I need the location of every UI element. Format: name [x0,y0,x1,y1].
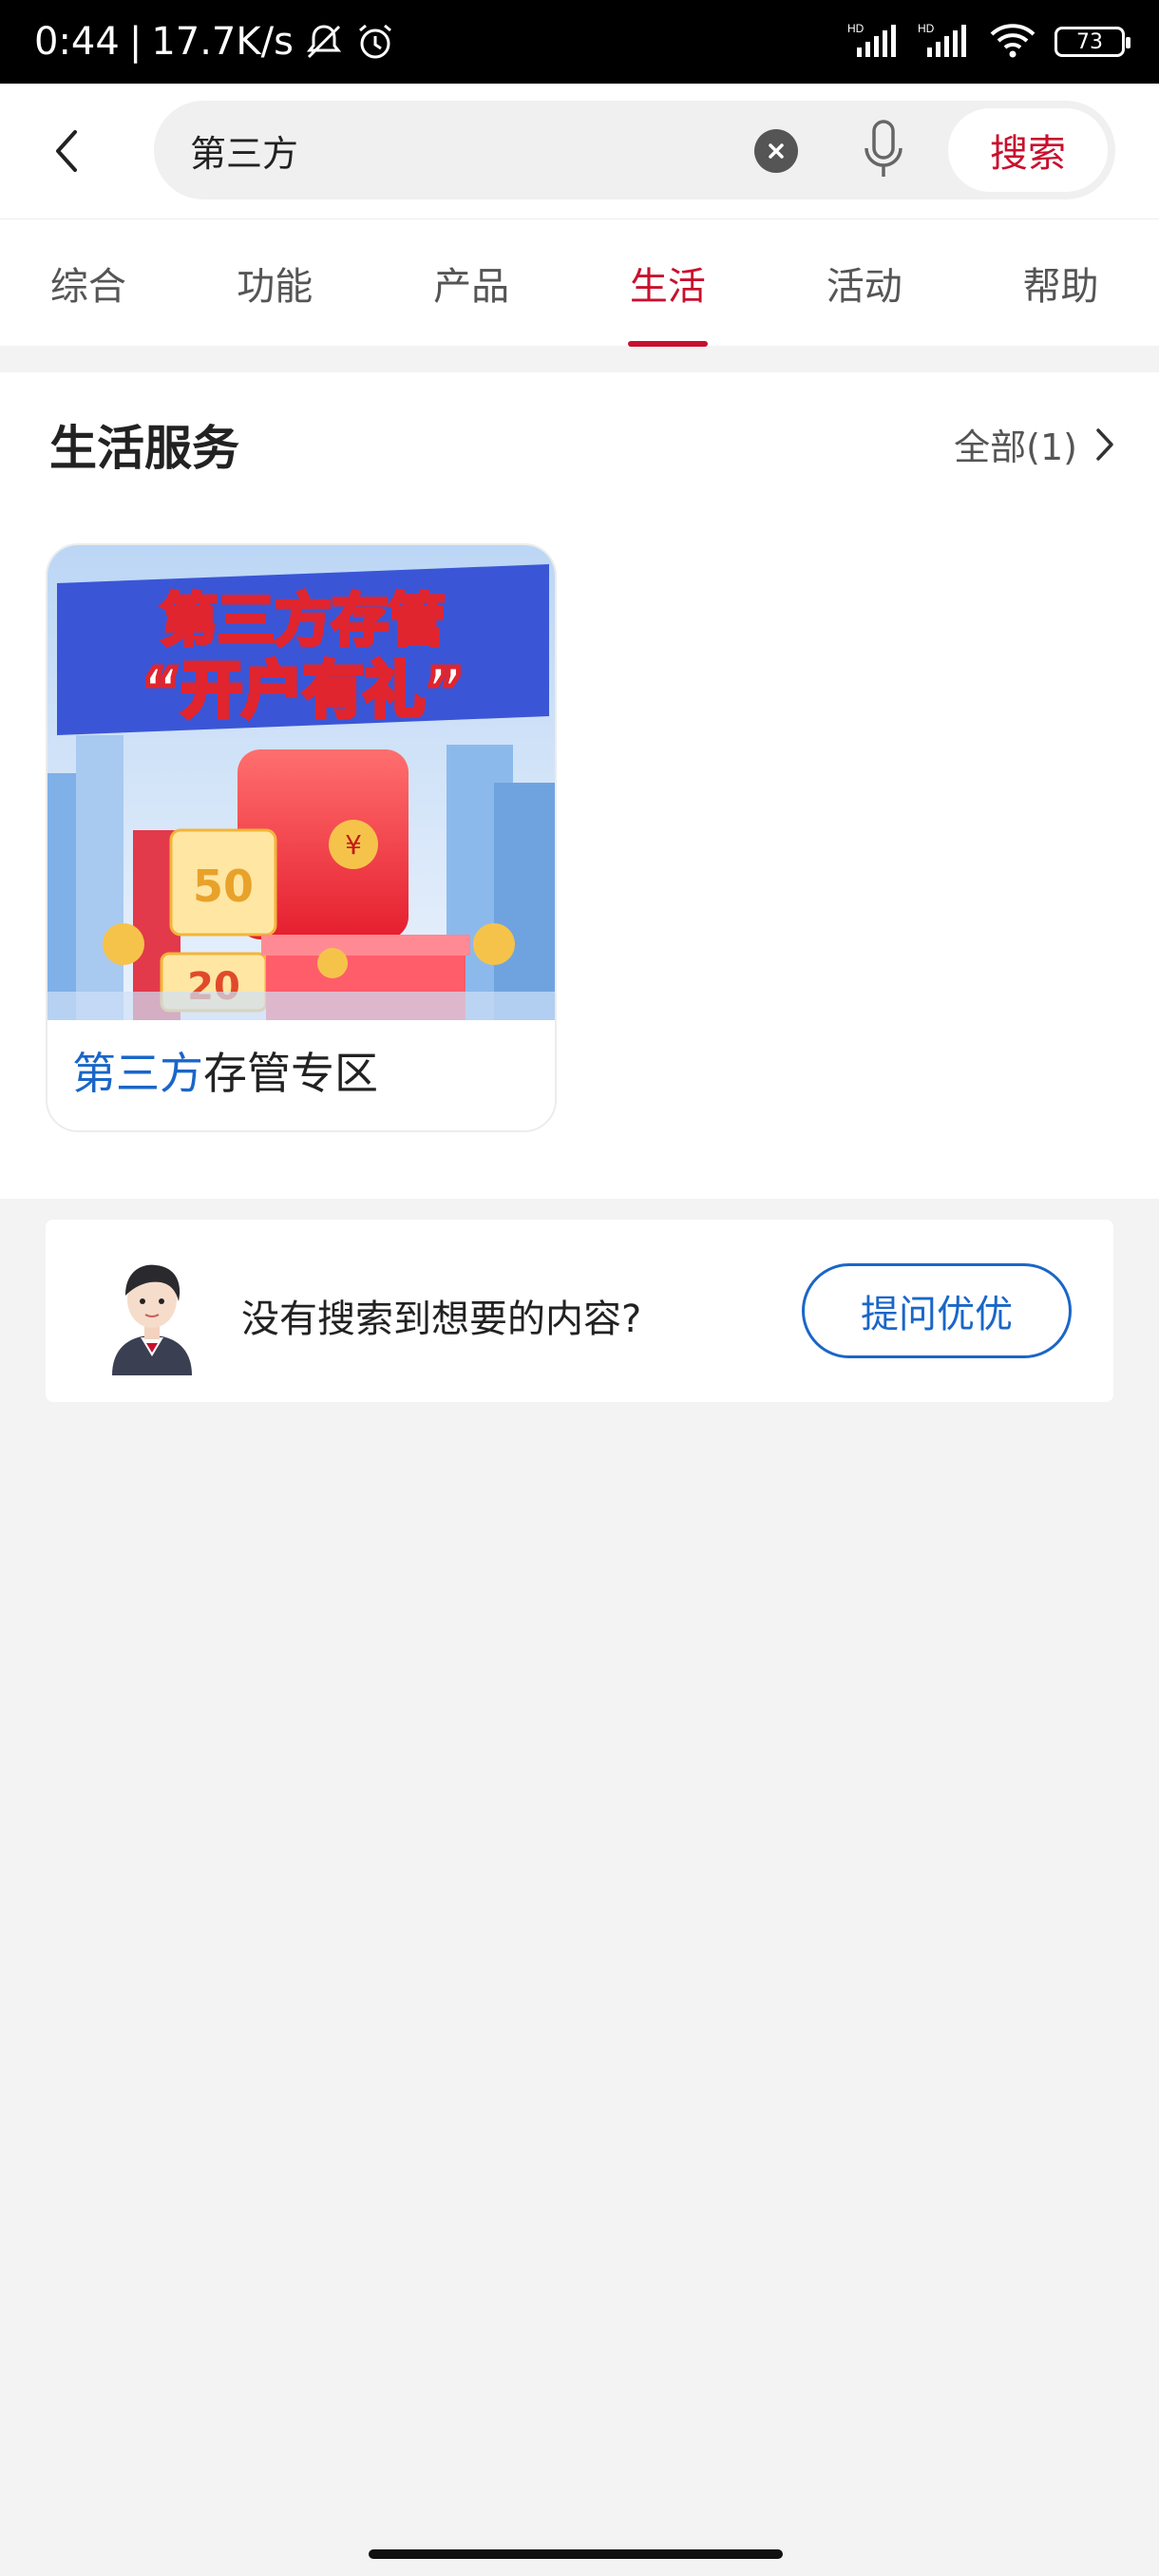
svg-text:50: 50 [193,861,254,912]
status-left: 0:44 | 17.7K/s [34,20,396,64]
voice-search-button[interactable] [857,118,910,182]
chevron-left-icon [56,130,77,172]
svg-text:HD: HD [918,22,935,35]
status-bar: 0:44 | 17.7K/s HD HD 73 [0,0,1159,84]
ask-assistant-button[interactable]: 提问优优 [802,1263,1072,1358]
life-services-section: 生活服务 全部(1) 第三方存管 “开户有礼” ¥ 50 20 第三方存管专区 [0,372,1159,1199]
category-tabs: 综合 功能 产品 生活 活动 帮助 [0,218,1159,346]
card-title-rest: 存管专区 [203,1048,378,1099]
tab-general[interactable]: 综合 [0,219,177,347]
section-title: 生活服务 [49,421,239,476]
battery-icon: 73 [1054,27,1130,57]
promo-banner-image: 第三方存管 “开户有礼” ¥ 50 20 [48,545,555,1020]
search-header: 搜索 [0,84,1159,218]
svg-text:“开户有礼”: “开户有礼” [142,656,465,727]
home-indicator[interactable] [369,2549,783,2559]
assistant-avatar [112,1264,192,1375]
help-card: 没有搜索到想要的内容? 提问优优 [46,1220,1113,1402]
signal-icon-2: HD [918,21,971,63]
status-right: HD HD 73 [847,21,1130,63]
tab-functions[interactable]: 功能 [177,219,373,347]
service-card[interactable]: 第三方存管 “开户有礼” ¥ 50 20 第三方存管专区 [46,543,557,1132]
bell-off-icon [303,21,345,63]
search-input[interactable] [190,101,722,199]
signal-icon: HD [847,21,901,63]
status-time: 0:44 [34,20,120,64]
svg-text:HD: HD [847,22,864,35]
back-button[interactable] [0,84,133,218]
view-all-label: 全部(1) [954,426,1077,468]
view-all-link[interactable]: 全部(1) [954,418,1115,470]
chevron-right-icon [1096,427,1113,461]
help-prompt-text: 没有搜索到想要的内容? [241,1297,642,1341]
svg-text:¥: ¥ [345,829,362,861]
clear-search-button[interactable] [754,129,798,173]
status-divider: | [128,20,142,64]
card-title-highlight: 第三方 [72,1048,203,1099]
search-box: 搜索 [154,101,1115,199]
battery-level: 73 [1076,29,1103,54]
microphone-icon [864,120,902,177]
close-icon [769,143,784,159]
tab-life[interactable]: 生活 [570,219,767,347]
wifi-icon [988,21,1037,63]
alarm-icon [354,21,396,63]
card-title: 第三方存管专区 [72,1039,378,1102]
search-button[interactable]: 搜索 [948,108,1108,192]
tab-activities[interactable]: 活动 [766,219,962,347]
tab-help[interactable]: 帮助 [962,219,1159,347]
tab-products[interactable]: 产品 [373,219,570,347]
status-net-speed: 17.7K/s [151,20,294,64]
svg-text:第三方存管: 第三方存管 [161,588,446,654]
